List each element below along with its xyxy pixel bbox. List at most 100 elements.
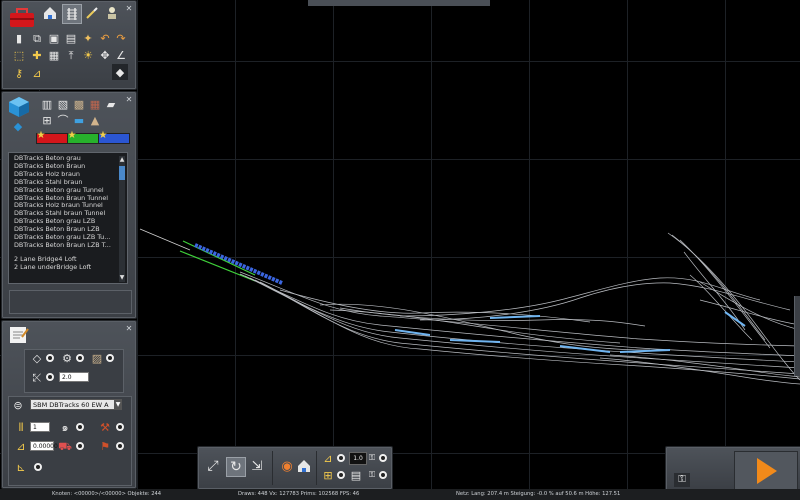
radio-button[interactable]	[46, 354, 54, 362]
track-selection[interactable]	[194, 243, 283, 285]
object-tool-icon[interactable]: ▮	[12, 31, 26, 45]
chevron-down-icon[interactable]: ▼	[114, 400, 122, 409]
measure-icon[interactable]: ⊾	[14, 461, 28, 473]
ties-icon[interactable]: ⦀	[14, 421, 28, 433]
object-icon[interactable]: ▤	[350, 469, 362, 481]
signal-icon[interactable]: ⚒	[98, 421, 112, 433]
speaker-icon[interactable]: ◆	[112, 64, 128, 80]
diamond-track-icon[interactable]: ◇	[30, 352, 44, 364]
track-highlight[interactable]	[724, 311, 746, 327]
undo-icon[interactable]: ↶	[98, 31, 112, 45]
track-segment[interactable]	[139, 228, 191, 251]
rails-icon[interactable]: ▥	[40, 98, 54, 110]
paint-scene-icon[interactable]: ◉	[278, 457, 296, 475]
track-segment-green[interactable]	[182, 240, 256, 276]
rail-profile-icon[interactable]: ⊜	[11, 398, 25, 412]
sleepers-icon[interactable]: ▨	[90, 352, 104, 364]
rails-diagonal-icon[interactable]: ▧	[56, 98, 70, 110]
list-item[interactable]: DBTracks Beton Braun LZB T...	[9, 241, 127, 250]
track-highlight[interactable]	[619, 349, 671, 353]
close-icon[interactable]: ✕	[125, 5, 133, 13]
angle-icon[interactable]: ∠	[114, 48, 128, 62]
scroll-thumb[interactable]	[119, 166, 125, 180]
track-segment[interactable]	[279, 289, 591, 323]
compass-icon[interactable]: ✥	[98, 48, 112, 62]
count-input[interactable]: 1	[30, 422, 50, 432]
bin-icon[interactable]: ▤	[64, 31, 78, 45]
home-icon[interactable]	[296, 457, 312, 475]
spiral-icon[interactable]: ๑	[58, 421, 72, 433]
lock-icon[interactable]: ⚿	[367, 452, 377, 464]
radio-button[interactable]	[116, 423, 124, 431]
notepad-icon[interactable]	[8, 325, 30, 345]
rotate-icon[interactable]: ↻	[226, 457, 246, 477]
track-list[interactable]: DBTracks Beton grau DBTracks Beton Braun…	[8, 152, 128, 284]
play-button[interactable]	[734, 451, 798, 491]
track-highlight[interactable]	[449, 339, 501, 343]
list-item[interactable]: 2 Lane underBridge Loft	[9, 263, 127, 272]
monitor-icon[interactable]: ▣	[47, 31, 61, 45]
radio-button[interactable]	[76, 442, 84, 450]
radio-button[interactable]	[337, 454, 345, 462]
fullscreen-icon[interactable]: ⤢	[204, 457, 222, 475]
bridge-icon[interactable]: ⌒	[56, 114, 70, 126]
scroll-down-icon[interactable]: ▼	[119, 274, 125, 282]
radio-button[interactable]	[116, 442, 124, 450]
cam-value-box[interactable]: 1.0	[349, 452, 367, 465]
terrain-edit-icon[interactable]: ⊿	[322, 452, 334, 464]
brick-icon[interactable]: ▦	[88, 98, 102, 110]
unlock-icon[interactable]: ⚿	[674, 473, 690, 487]
redo-icon[interactable]: ↷	[114, 31, 128, 45]
radio-button[interactable]	[76, 423, 84, 431]
toolbox-icon[interactable]	[8, 5, 36, 29]
close-icon[interactable]: ✕	[125, 96, 133, 104]
right-edge-handle[interactable]	[794, 296, 800, 376]
height-icon[interactable]: ⤒	[64, 48, 78, 62]
select-area-icon[interactable]: ⬚	[12, 48, 26, 62]
track-segment[interactable]	[699, 299, 800, 326]
gradient-icon[interactable]: ⊿	[14, 440, 28, 452]
stamp-icon[interactable]: ✦	[81, 31, 95, 45]
sun-icon[interactable]: ☀	[81, 48, 95, 62]
track-segment[interactable]	[679, 239, 771, 349]
list-scrollbar[interactable]: ▲ ▼	[119, 156, 125, 282]
radio-button[interactable]	[76, 354, 84, 362]
camera-zoom-icon[interactable]: ⇲	[248, 457, 266, 475]
paint-brush-icon[interactable]	[84, 5, 100, 21]
value-input[interactable]: 2.0	[59, 372, 89, 382]
copy-tool-icon[interactable]: ⧉	[30, 31, 44, 45]
terrain-icon[interactable]: ▲	[88, 114, 102, 126]
track-highlight[interactable]	[489, 315, 541, 319]
cube-icon[interactable]	[8, 96, 30, 118]
lock-small-icon[interactable]: ⚿	[367, 469, 377, 481]
rails-gravel-icon[interactable]: ▩	[72, 98, 86, 110]
track-segment[interactable]	[399, 277, 761, 317]
scroll-up-icon[interactable]: ▲	[119, 156, 125, 164]
grid-snap-icon[interactable]: ⊞	[322, 469, 334, 481]
radio-button[interactable]	[34, 463, 42, 471]
track-highlight[interactable]	[559, 345, 611, 353]
ruler-icon[interactable]: ⊿	[30, 66, 44, 80]
road-icon[interactable]: ▰	[104, 98, 118, 110]
crossing-icon[interactable]: ⊞	[40, 114, 54, 126]
branch-icon[interactable]: ⤪	[30, 371, 44, 383]
track-tool-icon[interactable]	[62, 4, 82, 24]
track-segment[interactable]	[259, 281, 800, 380]
home-icon[interactable]	[42, 5, 58, 21]
track-type-select[interactable]: SBM DBTracks 60 EW A	[30, 399, 122, 410]
small-cube-icon[interactable]: ◆	[12, 120, 24, 132]
radio-button[interactable]	[46, 373, 54, 381]
figure-icon[interactable]	[104, 5, 120, 21]
close-icon[interactable]: ✕	[125, 325, 133, 333]
top-center-tab[interactable]	[308, 0, 490, 6]
move-icon[interactable]: ✚	[30, 48, 44, 62]
water-icon[interactable]: ▬	[72, 114, 86, 126]
gear-icon[interactable]: ⚙	[60, 352, 74, 364]
gradient-input[interactable]: 0.00000	[30, 441, 58, 451]
track-segment[interactable]	[667, 232, 800, 381]
radio-button[interactable]	[379, 454, 387, 462]
switch-icon[interactable]: ⚑	[98, 440, 112, 452]
radio-button[interactable]	[106, 354, 114, 362]
radio-button[interactable]	[337, 471, 345, 479]
train-icon[interactable]: ⛟	[58, 440, 72, 452]
